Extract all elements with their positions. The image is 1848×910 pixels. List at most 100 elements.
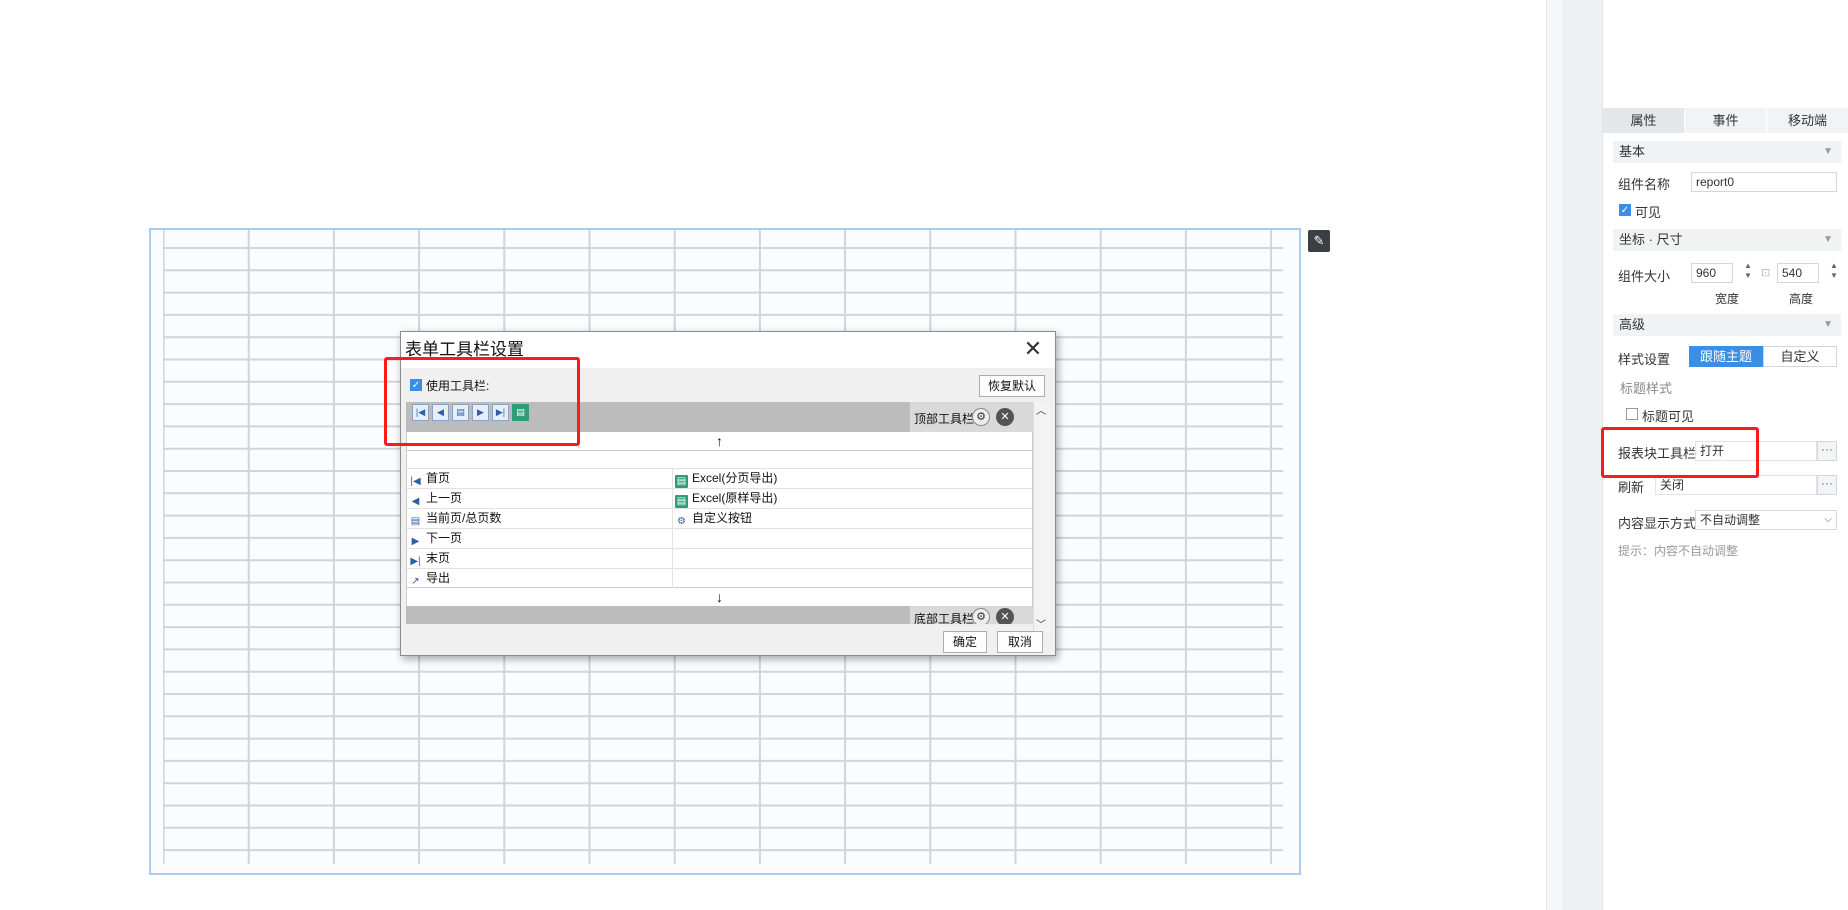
refresh-more-button[interactable]: ··· [1817,475,1837,495]
property-panel: 属性 事件 移动端 基本 ▼ 组件名称 report0 ✓ 可见 坐标 · 尺寸… [1601,0,1848,910]
chevron-down-icon: ▼ [1823,319,1833,330]
list-rows: |◀ 首页 ▤ Excel(分页导出) ◀ 上一页 ▤ Excel(原样导出) ▤ 当前页/总页数… [407,469,1032,589]
gear-icon[interactable]: ⚙ [972,408,990,426]
bottom-toolbar-label: 底部工具栏 [914,612,975,624]
remove-icon[interactable]: ✕ [996,408,1014,426]
visible-label: 可见 [1635,205,1662,220]
tab-properties[interactable]: 属性 [1603,108,1685,133]
bottom-toolbar-label-area: 底部工具栏 ⚙ ✕ [910,606,1033,624]
ok-button[interactable]: 确定 [943,631,987,653]
next-page-icon: ▶ [411,536,420,547]
cancel-button[interactable]: 取消 [997,631,1043,653]
style-label: 样式设置 [1618,352,1671,367]
list-item: ▶ 下一页 [407,529,1032,549]
export-icon: ↗ [411,576,420,587]
toolbar-item-left[interactable]: ▶ 下一页 [407,529,462,548]
title-visible-checkbox[interactable] [1626,408,1638,420]
width-caption: 宽度 [1715,292,1740,306]
top-toolbar-label: 顶部工具栏 [914,412,975,426]
column-divider [672,569,673,588]
bottom-toolbar-bar[interactable]: 底部工具栏 ⚙ ✕ [406,606,1033,624]
toolbar-item-label: 首页 [426,471,451,485]
toolbar-item-label: 末页 [426,551,451,565]
move-down-arrow[interactable]: ↓ [406,588,1033,606]
prev-page-icon: ◀ [411,496,420,507]
section-advanced[interactable]: 高级 ▼ [1613,314,1841,336]
toolbar-more-button[interactable]: ··· [1817,441,1837,461]
section-basic[interactable]: 基本 ▼ [1613,141,1841,163]
toolbar-item-left[interactable]: ▶| 末页 [407,549,450,568]
panel-gutter [1546,0,1563,910]
toolbar-item-left[interactable]: |◀ 首页 [407,469,450,488]
panel-tabs: 属性 事件 移动端 [1603,108,1848,133]
column-divider [672,529,673,548]
component-name-input[interactable]: report0 [1691,172,1837,192]
section-basic-label: 基本 [1619,144,1646,159]
display-mode-value: 不自动调整 [1700,513,1761,527]
excel-icon: ▤ [675,475,688,488]
last-page-icon: ▶| [410,556,421,567]
style-follow-theme[interactable]: 跟随主题 [1689,346,1763,367]
toolbar-items-list: |◀ 首页 ▤ Excel(分页导出) ◀ 上一页 ▤ Excel(原样导出) ▤ 当前页/总页数… [406,450,1033,589]
refresh-label: 刷新 [1618,480,1645,495]
display-mode-label: 内容显示方式 [1618,516,1697,531]
restore-default-button[interactable]: 恢复默认 [979,375,1045,397]
dialog-scrollbar[interactable]: ︿ ﹀ [1033,402,1050,634]
toolbar-item-label: Excel(原样导出) [692,491,778,505]
list-item: ◀ 上一页 ▤ Excel(原样导出) [407,489,1032,509]
edit-icon[interactable]: ✎ [1308,230,1330,252]
chevron-down-icon: ⌵ [1824,514,1832,525]
display-mode-select[interactable]: 不自动调整 ⌵ [1695,510,1837,530]
title-style-label: 标题样式 [1620,381,1673,396]
highlight-use-toolbar [384,357,580,446]
toolbar-item-left[interactable]: ▤ 当前页/总页数 [407,509,502,528]
chevron-down-icon: ▼ [1823,234,1833,245]
highlight-toolbar-setting [1601,427,1759,478]
width-input[interactable]: 960 [1691,263,1733,283]
toolbar-item-left[interactable]: ◀ 上一页 [407,489,462,508]
lock-icon[interactable]: ⊡ [1761,266,1770,279]
width-stepper[interactable]: ▲ ▼ [1742,261,1754,281]
list-item: ▶| 末页 [407,549,1032,569]
tab-mobile[interactable]: 移动端 [1767,108,1848,133]
toolbar-item-label: 导出 [426,571,451,585]
visible-checkbox[interactable]: ✓ [1619,204,1631,216]
toolbar-item-label: 上一页 [426,491,463,505]
excel-icon: ▤ [675,495,688,508]
section-advanced-label: 高级 [1619,317,1646,332]
remove-icon[interactable]: ✕ [996,608,1014,624]
gear-icon[interactable]: ⚙ [972,608,990,624]
component-name-label: 组件名称 [1618,177,1671,192]
toolbar-item-label: Excel(分页导出) [692,471,778,485]
close-icon[interactable]: ✕ [1021,338,1045,362]
size-label: 组件大小 [1618,269,1671,284]
column-divider [672,549,673,568]
list-item: |◀ 首页 ▤ Excel(分页导出) [407,469,1032,489]
toolbar-item-left[interactable]: ↗ 导出 [407,569,450,588]
scroll-up-icon[interactable]: ︿ [1036,402,1046,417]
refresh-input[interactable]: 关闭 [1655,475,1817,495]
panel-strip [1562,0,1602,910]
height-stepper[interactable]: ▲ ▼ [1828,261,1840,281]
toolbar-item-label: 当前页/总页数 [426,511,502,525]
top-toolbar-label-area: 顶部工具栏 ⚙ ✕ [910,402,1033,432]
toolbar-item-right[interactable]: ▤ Excel(分页导出) [673,469,777,488]
toolbar-item-right[interactable]: ▤ Excel(原样导出) [673,489,777,508]
toolbar-item-label: 下一页 [426,531,463,545]
list-item: ↗ 导出 [407,569,1032,589]
toolbar-item-right[interactable]: ⚙ 自定义按钮 [673,509,752,528]
gear-icon: ⚙ [677,516,686,527]
display-hint: 提示：内容不自动调整 [1618,544,1739,558]
chevron-down-icon: ▼ [1823,146,1833,157]
height-input[interactable]: 540 [1777,263,1819,283]
style-custom[interactable]: 自定义 [1763,346,1837,367]
section-coord-size[interactable]: 坐标 · 尺寸 ▼ [1613,229,1841,251]
tab-events[interactable]: 事件 [1685,108,1767,133]
section-coord-label: 坐标 · 尺寸 [1619,232,1683,247]
height-caption: 高度 [1789,292,1814,306]
list-item: ▤ 当前页/总页数 ⚙ 自定义按钮 [407,509,1032,529]
page-count-icon: ▤ [410,516,421,527]
list-spacer [407,451,1032,469]
scroll-down-icon[interactable]: ﹀ [1036,616,1046,631]
first-page-icon: |◀ [410,476,421,487]
